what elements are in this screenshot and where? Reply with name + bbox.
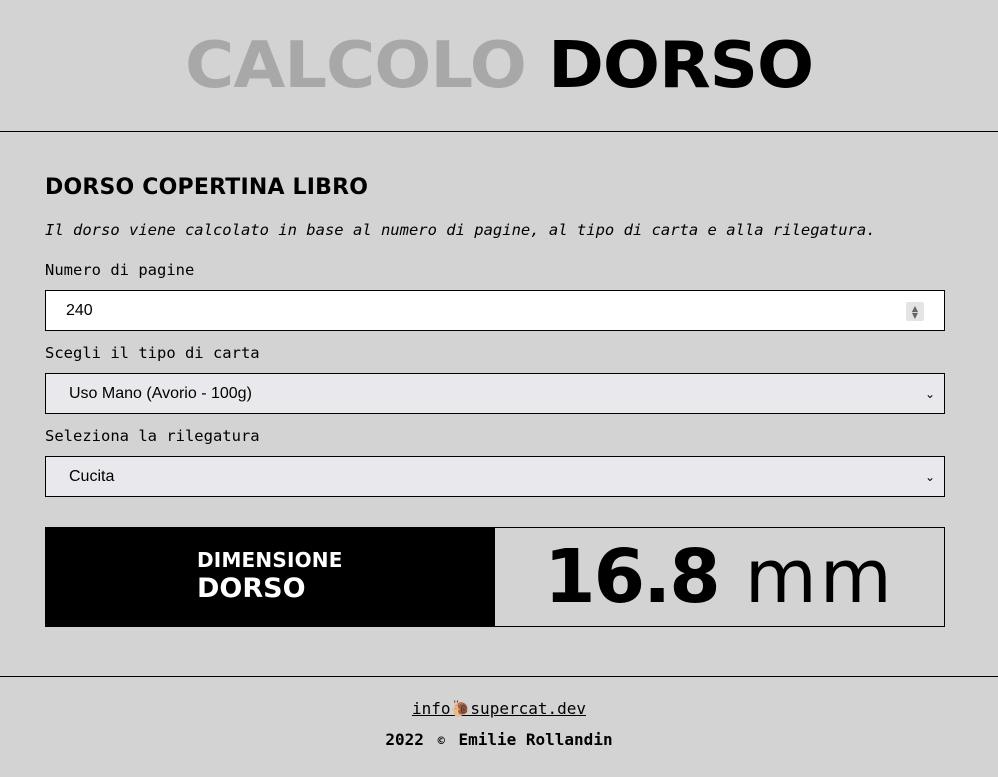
result-label: DIMENSIONE DORSO <box>46 528 495 626</box>
page-header: CALCOLO DORSO <box>0 0 998 132</box>
calculator-section: DORSO COPERTINA LIBRO Il dorso viene cal… <box>0 132 998 677</box>
copyright-author: Emilie Rollandin <box>458 730 613 749</box>
page-footer: info🐌supercat.dev 2022 © Emilie Rollandi… <box>0 677 998 751</box>
email-link[interactable]: info🐌supercat.dev <box>412 699 586 719</box>
paper-select[interactable]: Uso Mano (Avorio - 100g) ⌄ <box>45 373 945 414</box>
binding-select[interactable]: Cucita ⌄ <box>45 456 945 497</box>
chevron-down-icon[interactable]: ▼ <box>912 311 918 319</box>
result-value: 16.8 mm <box>495 528 944 626</box>
site-title: CALCOLO DORSO <box>185 34 814 98</box>
spine-width-value: 16.8 <box>544 534 721 620</box>
description: Il dorso viene calcolato in base al nume… <box>45 221 876 239</box>
site-title-part2: DORSO <box>548 28 814 103</box>
chevron-down-icon: ⌄ <box>924 469 935 484</box>
binding-select-value: Cucita <box>69 467 115 485</box>
site-title-part1: CALCOLO <box>184 28 527 103</box>
chevron-down-icon: ⌄ <box>924 386 935 401</box>
pages-stepper[interactable]: ▲ ▼ <box>906 302 924 321</box>
spine-width-unit: mm <box>744 534 895 620</box>
paper-label: Scegli il tipo di carta <box>45 344 260 362</box>
copyright: 2022 © Emilie Rollandin <box>0 730 998 751</box>
copyright-year: 2022 <box>385 730 424 749</box>
binding-label: Seleziona la rilegatura <box>45 427 260 445</box>
result-label-line2: DORSO <box>197 573 306 604</box>
section-title: DORSO COPERTINA LIBRO <box>45 175 369 200</box>
pages-label: Numero di pagine <box>45 261 195 279</box>
result-label-line1: DIMENSIONE <box>197 548 343 572</box>
pages-input[interactable]: 240 ▲ ▼ <box>45 290 945 331</box>
result-box: DIMENSIONE DORSO 16.8 mm <box>45 527 945 627</box>
paper-select-value: Uso Mano (Avorio - 100g) <box>69 384 252 402</box>
pages-input-value: 240 <box>66 301 93 319</box>
copyright-symbol: © <box>437 734 445 748</box>
